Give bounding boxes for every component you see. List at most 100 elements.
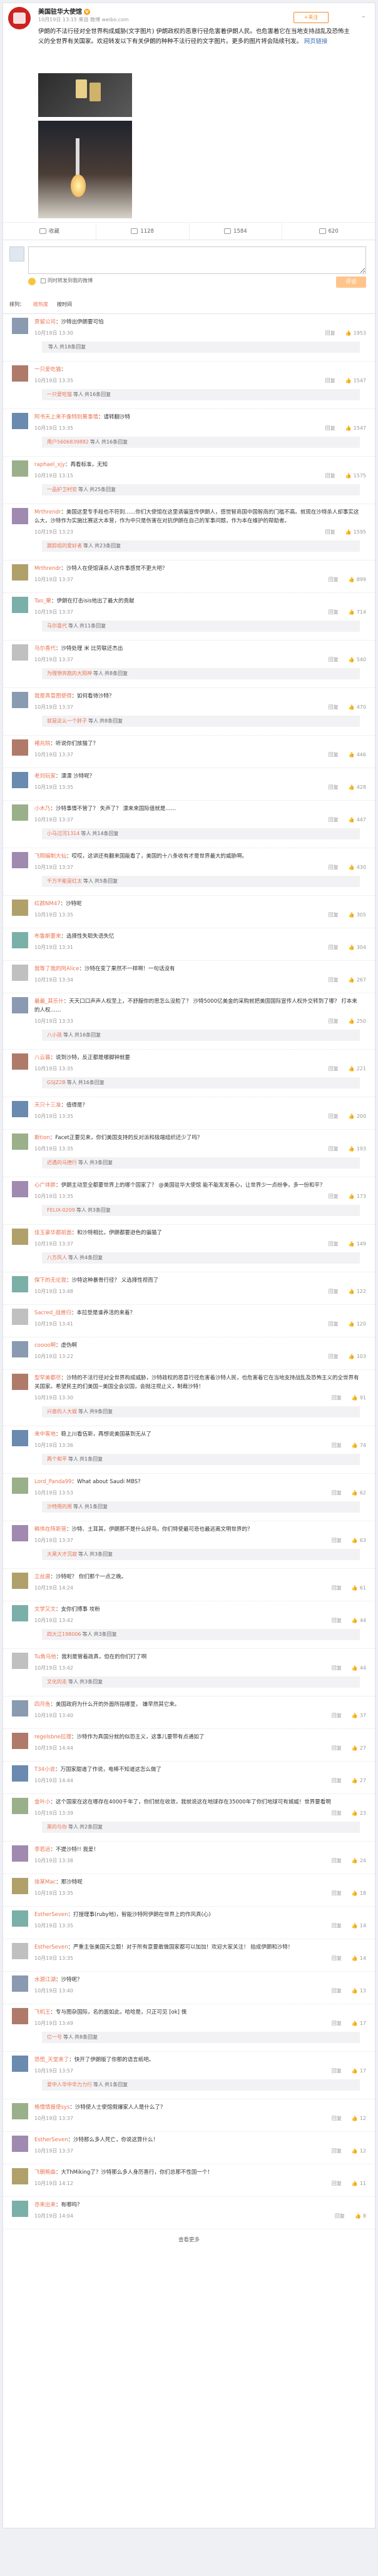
reply-button[interactable]: 回复: [329, 865, 339, 870]
commenter-avatar[interactable]: [12, 804, 28, 821]
commenter-name[interactable]: 四月鱼: [34, 1701, 51, 1708]
load-more-link[interactable]: 查看更多: [3, 2237, 375, 2244]
comment-like-button[interactable]: 👍 1953: [345, 330, 366, 336]
comment-like-button[interactable]: 👍 470: [349, 704, 366, 710]
commenter-name[interactable]: 小木乃: [34, 806, 51, 812]
commenter-avatar[interactable]: [12, 2201, 28, 2217]
reply-button[interactable]: 回复: [325, 378, 335, 383]
commenter-avatar[interactable]: [12, 2168, 28, 2184]
commenter-avatar[interactable]: [12, 1525, 28, 1541]
checkbox[interactable]: [41, 278, 46, 283]
commenter-name[interactable]: 保下的无论我: [34, 1277, 66, 1284]
reply-button[interactable]: 回复: [332, 1713, 342, 1718]
comment-like-button[interactable]: 👍 446: [349, 752, 366, 758]
sub-replies-link[interactable]: 亿一号 等人 共8条回复: [42, 2032, 360, 2043]
comment-like-button[interactable]: 👍 103: [349, 1354, 366, 1359]
sub-replies-link[interactable]: 黑的与你 等人 共2条回复: [42, 1822, 360, 1833]
reply-button[interactable]: 回复: [329, 1146, 339, 1152]
sub-replies-link[interactable]: 两个和平 等人 共1条回复: [42, 1454, 360, 1465]
comment-like-button[interactable]: 👍 200: [349, 1113, 366, 1119]
commenter-name[interactable]: 飞翔编制大仙: [34, 853, 66, 860]
sub-replies-link[interactable]: 等人 共18条回复: [42, 342, 360, 353]
sort-time[interactable]: 按时间: [57, 302, 72, 307]
sub-replies-link[interactable]: 马尔喜代 等人 共11条回复: [42, 621, 360, 632]
comment-like-button[interactable]: 👍 714: [349, 609, 366, 615]
commenter-avatar[interactable]: [12, 644, 28, 661]
reply-button[interactable]: 回复: [329, 1066, 339, 1072]
reply-button[interactable]: 回复: [329, 657, 339, 662]
commenter-avatar[interactable]: [12, 1229, 28, 1245]
comment-like-button[interactable]: 👍 1595: [345, 529, 366, 535]
commenter-avatar[interactable]: [12, 900, 28, 916]
comment-like-button[interactable]: 👍 173: [349, 1194, 366, 1199]
commenter-avatar[interactable]: [12, 1309, 28, 1325]
commenter-avatar[interactable]: [12, 1101, 28, 1117]
comment-like-button[interactable]: 👍 62: [352, 1490, 366, 1496]
sub-replies-link[interactable]: 一只爱吃猫 等人 共16条回复: [42, 389, 360, 400]
reply-button[interactable]: 回复: [329, 784, 339, 790]
commenter-avatar[interactable]: [12, 2056, 28, 2072]
reply-button[interactable]: 回复: [325, 425, 335, 431]
comment-like-button[interactable]: 👍 37: [352, 1713, 366, 1718]
commenter-name[interactable]: 斯tion: [34, 1135, 50, 1141]
sub-replies-link[interactable]: 八方风人 等人 共4条回复: [42, 1252, 360, 1264]
post-image-launch[interactable]: [38, 121, 132, 218]
reply-button[interactable]: 回复: [329, 1241, 339, 1247]
commenter-name[interactable]: 李若远: [34, 1847, 51, 1853]
commenter-avatar[interactable]: [12, 1845, 28, 1862]
commenter-name[interactable]: 韩伟在阵新营: [34, 1526, 66, 1533]
commenter-avatar[interactable]: [12, 1943, 28, 1959]
reply-button[interactable]: 回复: [332, 1778, 342, 1783]
comment-like-button[interactable]: 👍 1575: [345, 473, 366, 479]
commenter-avatar[interactable]: [12, 852, 28, 868]
reply-button[interactable]: 回复: [325, 529, 335, 535]
commenter-avatar[interactable]: [12, 1975, 28, 1992]
reply-button[interactable]: 回复: [332, 1538, 342, 1543]
commenter-avatar[interactable]: [12, 2008, 28, 2024]
reply-button[interactable]: 回复: [332, 2116, 342, 2121]
commenter-name[interactable]: EstherSeven: [34, 1944, 68, 1950]
commenter-name[interactable]: Tu角马他: [34, 1654, 56, 1660]
comment-like-button[interactable]: 👍 44: [352, 1618, 366, 1623]
commenter-name[interactable]: 文学又文: [34, 1606, 56, 1613]
sub-replies-link[interactable]: 小马过河1314 等人 共14条回复: [42, 828, 360, 839]
commenter-name[interactable]: 金叶小: [34, 1799, 51, 1805]
comment-like-button[interactable]: 👍 899: [349, 577, 366, 582]
comment-like-button[interactable]: 👍 12: [352, 2116, 366, 2121]
sub-replies-link[interactable]: FELIX-0209 等人 共3条回复: [42, 1205, 360, 1216]
sub-replies-link[interactable]: 跟踪组的爱好者 等人 共23条回复: [42, 540, 360, 552]
reply-button[interactable]: 回复: [332, 1618, 342, 1623]
reply-button[interactable]: 回复: [332, 2068, 342, 2074]
reply-button[interactable]: 回复: [332, 1810, 342, 1816]
commenter-avatar[interactable]: [12, 1605, 28, 1621]
comment-like-button[interactable]: 👍 120: [349, 1321, 366, 1327]
commenter-name[interactable]: 徐某Mac: [34, 1879, 56, 1885]
commenter-name[interactable]: 一只爱吃猫: [34, 367, 61, 373]
comment-like-button[interactable]: 👍 428: [349, 784, 366, 790]
post-image-missiles[interactable]: [38, 73, 132, 117]
sub-replies-link[interactable]: 迟遇的马德行 等人 共3条回复: [42, 1157, 360, 1169]
comment-like-button[interactable]: 👍 23: [352, 1810, 366, 1816]
reply-button[interactable]: 回复: [332, 1745, 342, 1751]
reply-button[interactable]: 回复: [329, 977, 339, 983]
commenter-name[interactable]: raphael_xjy: [34, 462, 65, 468]
post-author[interactable]: 美国驻华大使馆 V: [38, 8, 90, 17]
commenter-name[interactable]: 贾留公司: [34, 319, 56, 325]
commenter-avatar[interactable]: [12, 965, 28, 981]
comment-like-button[interactable]: 👍 44: [352, 1665, 366, 1671]
sub-replies-link[interactable]: 一品护卫村官 等人 共25条回复: [42, 484, 360, 495]
comment-like-button[interactable]: 👍 13: [352, 1988, 366, 1994]
comment-like-button[interactable]: 👍 221: [349, 1066, 366, 1072]
commenter-avatar[interactable]: [12, 1341, 28, 1357]
commenter-name[interactable]: 佳玉豪华都前面: [34, 1230, 72, 1236]
commenter-name[interactable]: 我等了我的阿Alice: [34, 966, 79, 972]
reply-button[interactable]: 回复: [329, 704, 339, 710]
reply-button[interactable]: 回复: [329, 577, 339, 582]
commenter-name[interactable]: Mrthrendr: [34, 565, 61, 572]
sub-replies-link[interactable]: 为理想奔跑的大阳神 等人 共8条回复: [42, 668, 360, 679]
commenter-name[interactable]: Mrthrendr: [34, 509, 61, 515]
comment-button[interactable]: 1584: [190, 223, 283, 240]
comment-like-button[interactable]: 👍 11: [352, 2181, 366, 2186]
comment-like-button[interactable]: 👍 122: [349, 1289, 366, 1294]
favorite-button[interactable]: 收藏: [3, 223, 96, 240]
